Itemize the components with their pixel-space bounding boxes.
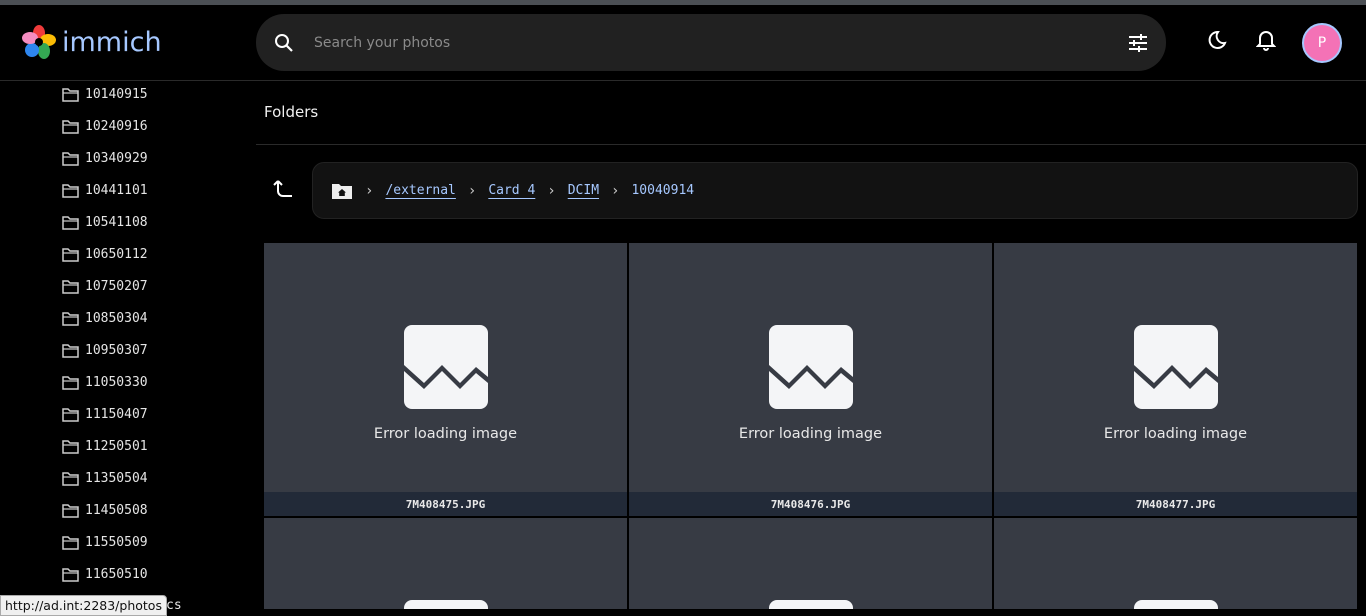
immich-logo-icon: [22, 25, 56, 59]
broken-image-icon: [769, 325, 853, 409]
user-avatar[interactable]: P: [1302, 23, 1342, 63]
folder-icon: [62, 439, 79, 454]
search-icon[interactable]: [274, 33, 294, 53]
page-title: Folders: [264, 103, 319, 121]
folder-icon: [62, 375, 79, 390]
chevron-right-icon: ›: [467, 182, 477, 199]
search-input[interactable]: [314, 14, 1094, 71]
folder-icon: [62, 567, 79, 582]
error-message: Error loading image: [738, 426, 883, 442]
sidebar-folder-item[interactable]: 11550509: [62, 535, 148, 550]
broken-image-icon: [1134, 600, 1218, 609]
folder-name: 11250501: [85, 439, 148, 454]
folder-name: 10950307: [85, 343, 148, 358]
folder-name: 11350504: [85, 471, 148, 486]
folder-name: 11150407: [85, 407, 148, 422]
folder-name: 10140915: [85, 87, 148, 102]
immich-logo[interactable]: immich: [22, 25, 162, 59]
photo-tile[interactable]: [629, 518, 992, 609]
photo-tile[interactable]: Error loading image 7M408477.JPG: [994, 243, 1357, 516]
folder-name: 10650112: [85, 247, 148, 262]
notifications-bell-icon[interactable]: [1256, 29, 1276, 51]
chevron-right-icon: ›: [611, 182, 620, 199]
breadcrumb-current: 10040914: [631, 183, 695, 198]
chevron-right-icon: ›: [365, 182, 374, 199]
photo-tile[interactable]: Error loading image 7M408476.JPG: [629, 243, 992, 516]
folder-icon: [62, 279, 79, 294]
sidebar-folder-item[interactable]: 10340929: [62, 151, 148, 166]
folder-name: 10541108: [85, 215, 148, 230]
home-folder-icon[interactable]: [331, 182, 353, 200]
sidebar-folder-item[interactable]: 10950307: [62, 343, 148, 358]
sidebar-folder-partial: cs: [166, 598, 182, 613]
folder-name: 10441101: [85, 183, 148, 198]
folder-name: 10240916: [85, 119, 148, 134]
sidebar-folder-item[interactable]: 10140915: [62, 87, 148, 102]
folder-name: 11450508: [85, 503, 148, 518]
error-message: Error loading image: [373, 426, 518, 442]
folder-icon: [62, 503, 79, 518]
search-bar[interactable]: [256, 14, 1166, 71]
sidebar-folder-item[interactable]: 11150407: [62, 407, 148, 422]
sidebar-folder-item[interactable]: 10750207: [62, 279, 148, 294]
sidebar-folder-item[interactable]: 10850304: [62, 311, 148, 326]
folder-icon: [62, 535, 79, 550]
folder-name: 10340929: [85, 151, 148, 166]
broken-image-icon: [404, 600, 488, 609]
folder-name: 10850304: [85, 311, 148, 326]
folder-icon: [62, 343, 79, 358]
error-message: Error loading image: [1103, 426, 1248, 442]
photo-tile[interactable]: [264, 518, 627, 609]
chevron-right-icon: ›: [547, 182, 556, 199]
photo-tile[interactable]: [994, 518, 1357, 609]
broken-image-icon: [1134, 325, 1218, 409]
folder-icon: [62, 151, 79, 166]
broken-image-icon: [404, 325, 488, 409]
folder-tree-sidebar: 10140915 10240916 10340929 10441101 10541108…: [0, 81, 256, 591]
folder-icon: [62, 471, 79, 486]
file-name: 7M408475.JPG: [264, 492, 627, 516]
sidebar-folder-item[interactable]: 10541108: [62, 215, 148, 230]
navigate-up-icon[interactable]: [272, 178, 294, 200]
file-name: 7M408476.JPG: [629, 492, 992, 516]
folder-icon: [62, 407, 79, 422]
folder-icon: [62, 87, 79, 102]
sidebar-folder-item[interactable]: 10240916: [62, 119, 148, 134]
folder-name: 10750207: [85, 279, 148, 294]
sidebar-folder-item[interactable]: 11650510: [62, 567, 148, 582]
sidebar-folder-item[interactable]: 10650112: [62, 247, 148, 262]
folder-icon: [62, 247, 79, 262]
app-name: immich: [62, 26, 162, 58]
breadcrumb-item[interactable]: DCIM: [568, 183, 599, 198]
folder-icon: [62, 215, 79, 230]
sidebar-folder-item[interactable]: 11350504: [62, 471, 148, 486]
sidebar-folder-item[interactable]: 11450508: [62, 503, 148, 518]
sidebar-folder-item[interactable]: 11050330: [62, 375, 148, 390]
file-name: 7M408477.JPG: [994, 492, 1357, 516]
theme-toggle-moon-icon[interactable]: [1206, 29, 1228, 51]
divider: [256, 144, 1366, 145]
breadcrumb-item[interactable]: Card 4: [488, 183, 535, 198]
folder-icon: [62, 311, 79, 326]
folder-name: 11650510: [85, 567, 148, 582]
folder-name: 11050330: [85, 375, 148, 390]
folder-icon: [62, 119, 79, 134]
folder-icon: [62, 183, 79, 198]
broken-image-icon: [769, 600, 853, 609]
folder-name: 11550509: [85, 535, 148, 550]
header: immich P: [0, 5, 1366, 81]
breadcrumb: › /external › Card 4 › DCIM › 10040914: [312, 162, 1358, 219]
link-status-bar: http://ad.int:2283/photos: [0, 595, 167, 616]
sidebar-folder-item[interactable]: 10441101: [62, 183, 148, 198]
search-filter-icon[interactable]: [1128, 33, 1148, 53]
sidebar-folder-item[interactable]: 11250501: [62, 439, 148, 454]
breadcrumb-item[interactable]: /external: [385, 183, 455, 198]
photo-tile[interactable]: Error loading image 7M408475.JPG: [264, 243, 627, 516]
